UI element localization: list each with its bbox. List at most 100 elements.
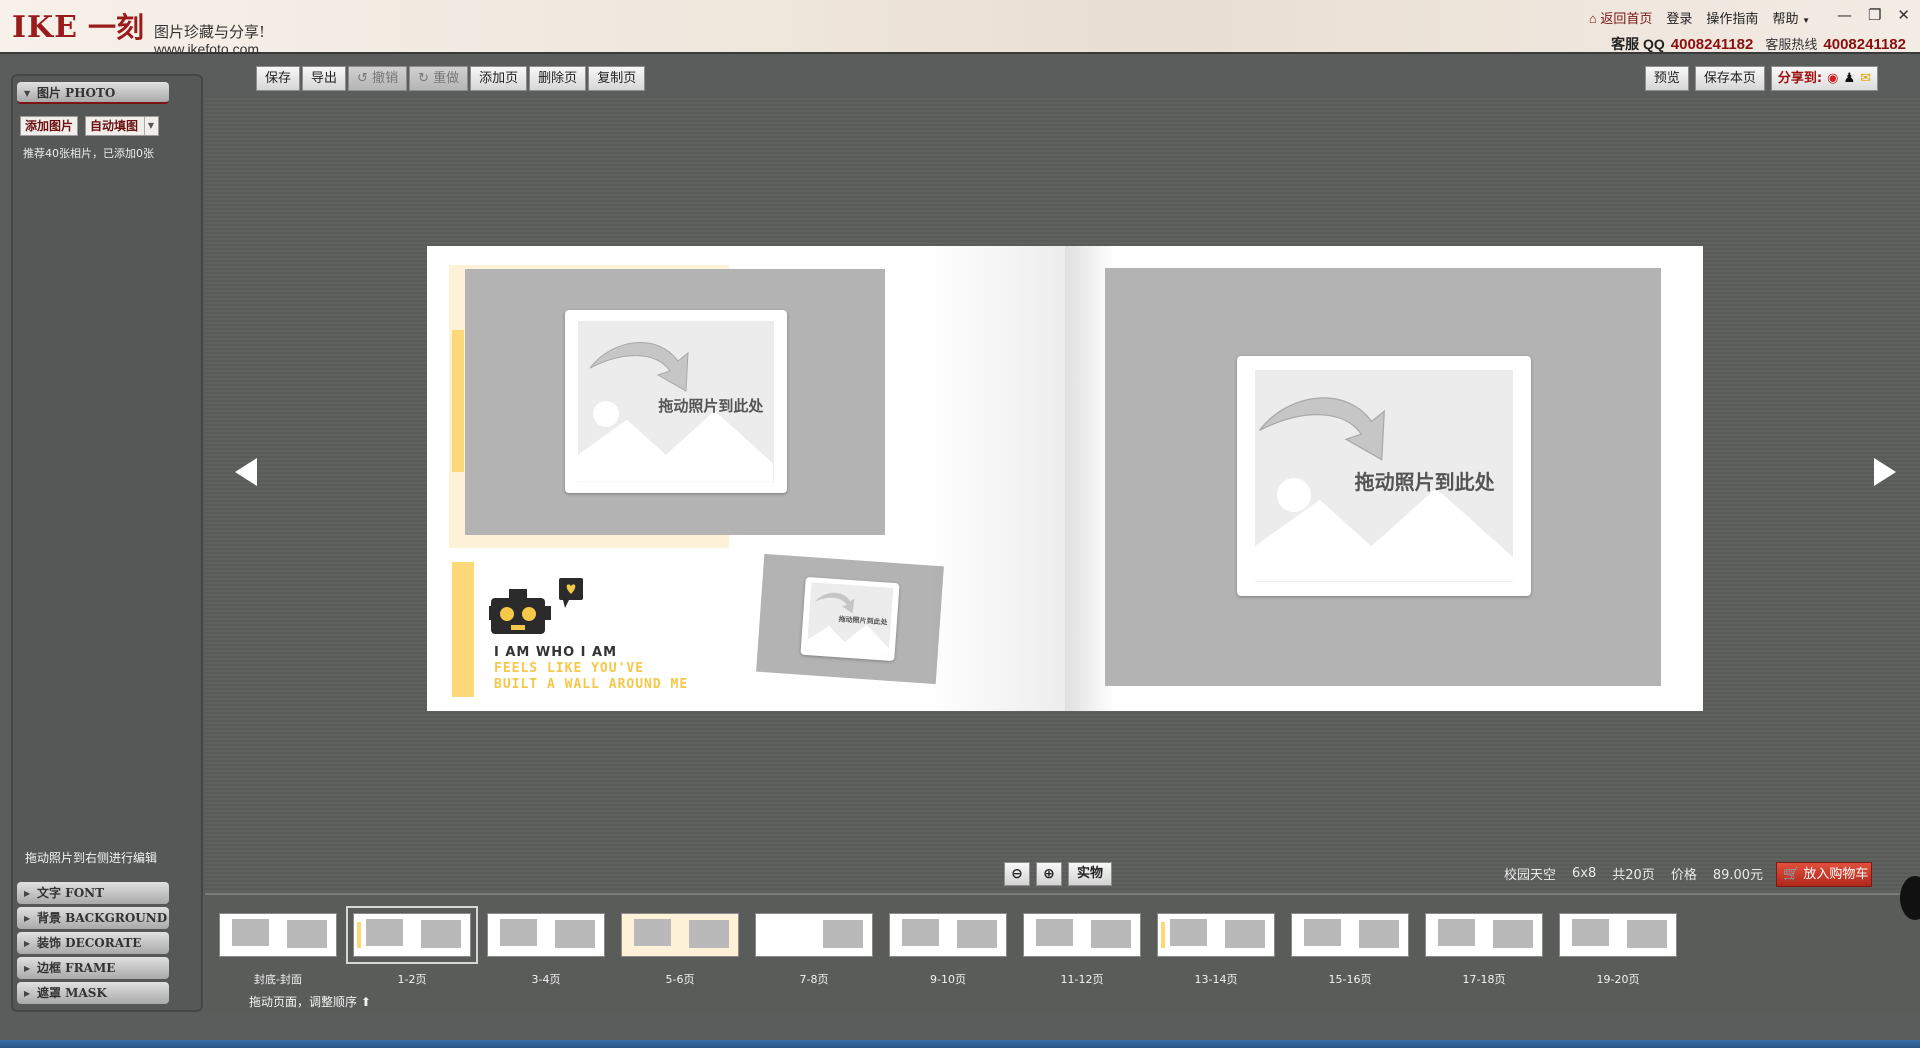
add-to-cart-button[interactable]: 🛒 放入购物车 [1776,862,1872,887]
add-photo-button[interactable]: 添加图片 [20,116,79,136]
price-label: 价格 [1670,868,1697,883]
thumb-page-17-18[interactable] [1425,913,1543,957]
panel-mask-label: 遮罩 MASK [37,986,107,1000]
auto-fill-button[interactable]: 自动填图 ▼ [85,116,160,136]
thumb-label: 11-12页 [1060,973,1104,986]
thumb-page-9-10[interactable] [889,913,1007,957]
triangle-right-icon: ▶ [24,888,31,898]
weibo-icon[interactable]: ◉ [1827,67,1838,90]
chevron-down-icon[interactable]: ▼ [143,117,154,135]
save-page-button[interactable]: 保存本页 [1694,66,1765,91]
robot-icon [485,578,583,634]
photo-slot-3[interactable]: 拖动照片到此处 [1105,268,1661,686]
panel-photo[interactable]: ▼ 图片 PHOTO [17,82,169,104]
share-button[interactable]: 分享到: ◉ ♟ ✉ [1770,66,1878,91]
drag-hint: 拖动照片到右侧进行编辑 [25,851,158,865]
drop-placeholder-large: 拖动照片到此处 [1237,356,1531,596]
header: IKE 一刻 图片珍藏与分享! www.ikefoto.com ⌂ 返回首页 登… [0,0,1920,57]
help-label: 帮助 [1772,11,1799,26]
logo[interactable]: IKE 一刻 图片珍藏与分享! www.ikefoto.com [12,6,265,58]
panel-font[interactable]: ▶ 文字 FONT [17,882,169,904]
auto-fill-label: 自动填图 [90,119,139,133]
redo-label: 重做 [433,71,460,86]
undo-button[interactable]: ↺ 撤销 [348,66,408,91]
text-line-1[interactable]: I AM WHO I AM [494,645,617,660]
guide-link[interactable]: 操作指南 [1706,8,1758,27]
thumb-label: 15-16页 [1328,973,1372,986]
photo-slot-1[interactable]: 拖动照片到此处 [465,269,885,535]
hotline-number: 4008241182 [1823,36,1906,53]
slogan: 图片珍藏与分享! [154,23,266,41]
close-icon[interactable]: ✕ [1897,6,1910,24]
thumb-cover[interactable] [219,913,337,957]
zoom-in-icon: ⊕ [1043,866,1055,882]
real-size-button[interactable]: 实物 [1068,862,1113,886]
photo-count-hint: 推荐40张相片，已添加0张 [23,147,154,160]
thumb-label: 7-8页 [799,973,829,986]
panel-decorate[interactable]: ▶ 装饰 DECORATE [17,932,169,954]
delete-page-button[interactable]: 删除页 [529,66,587,91]
top-nav: ⌂ 返回首页 登录 操作指南 帮助 ▼ [1589,8,1810,27]
copy-page-button[interactable]: 复制页 [588,66,646,91]
template-name: 校园天空 [1504,868,1557,883]
text-line-3: BUILT A WALL AROUND ME [494,677,689,692]
drop-text-large: 拖动照片到此处 [1354,470,1495,495]
thumb-page-5-6[interactable] [621,913,739,957]
text-line-2-3[interactable]: FEELS LIKE YOU'VE BUILT A WALL AROUND ME [494,661,688,693]
product-info: 校园天空 6x8 共20页 价格 89.00元 [1504,864,1763,883]
thumb-page-15-16[interactable] [1291,913,1409,957]
panel-mask[interactable]: ▶ 遮罩 MASK [17,982,169,1004]
zoom-out-button[interactable]: ⊖ [1004,862,1030,886]
redo-icon: ↻ [418,71,429,86]
minimize-icon[interactable]: — [1837,6,1852,24]
panel-photo-label: 图片 PHOTO [37,86,116,100]
save-button[interactable]: 保存 [256,66,301,91]
thumb-page-3-4[interactable] [487,913,605,957]
login-link[interactable]: 登录 [1666,8,1692,27]
zoom-in-button[interactable]: ⊕ [1036,862,1062,886]
zoom-controls: ⊖ ⊕ 实物 [1004,862,1113,886]
thumb-label: 19-20页 [1596,973,1640,986]
prev-page-arrow-icon[interactable] [235,458,257,486]
thumb-page-7-8[interactable] [755,913,873,957]
qq-number: 4008241182 [1670,36,1754,53]
page-count: 共20页 [1612,868,1655,883]
chevron-down-icon: ▼ [1802,16,1810,25]
restore-icon[interactable]: ❐ [1868,6,1881,24]
drag-order-label: 拖动页面，调整顺序 [249,995,358,1009]
drag-order-hint: 拖动页面，调整顺序 ⬆ [249,993,371,1010]
arrow-up-icon: ⬆ [360,995,371,1009]
triangle-right-icon: ▶ [24,988,31,998]
thumb-label: 封底-封面 [254,973,302,986]
photo-slot-2[interactable]: 拖动照片到此处 [756,553,944,685]
home-link[interactable]: ⌂ 返回首页 [1589,8,1653,27]
thumb-label: 5-6页 [665,973,695,986]
mail-icon[interactable]: ✉ [1860,67,1871,90]
undo-icon: ↺ [357,71,368,86]
robot-decoration [485,576,589,650]
thumb-label: 1-2页 [397,973,427,986]
drop-placeholder-small: 拖动照片到此处 [800,576,900,662]
logo-yike: 一刻 [87,11,144,44]
thumb-page-1-2[interactable] [346,906,478,964]
panel-background[interactable]: ▶ 背景 BACKGROUND [17,907,169,929]
panel-frame[interactable]: ▶ 边框 FRAME [17,957,169,979]
price-value: 89.00元 [1712,868,1764,883]
qq-icon[interactable]: ♟ [1843,67,1855,90]
help-menu[interactable]: 帮助 ▼ [1772,8,1810,27]
zoom-out-icon: ⊖ [1011,866,1023,882]
export-button[interactable]: 导出 [302,66,347,91]
panel-decorate-label: 装饰 DECORATE [37,936,142,950]
thumb-page-11-12[interactable] [1023,913,1141,957]
thumb-label: 17-18页 [1462,973,1506,986]
next-page-arrow-icon[interactable] [1874,458,1896,486]
redo-button[interactable]: ↻ 重做 [409,66,469,91]
thumb-page-19-20[interactable] [1559,913,1677,957]
triangle-right-icon: ▶ [24,913,31,923]
preview-button[interactable]: 预览 [1644,66,1689,91]
add-page-button[interactable]: 添加页 [470,66,528,91]
triangle-right-icon: ▶ [24,938,31,948]
thumb-page-13-14[interactable] [1157,913,1275,957]
drop-placeholder: 拖动照片到此处 [565,310,787,493]
site-url: www.ikefoto.com [154,41,260,57]
